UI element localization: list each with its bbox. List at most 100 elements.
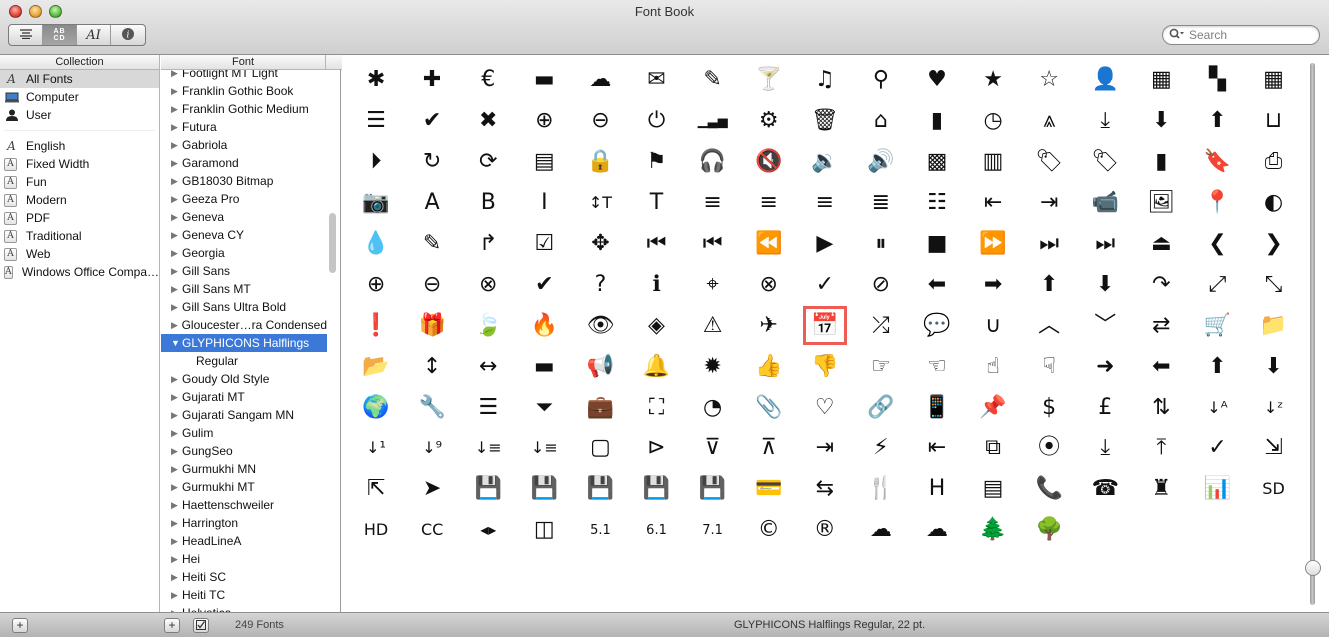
glyph-th-list-icon[interactable]: ☰	[348, 101, 404, 142]
glyph-sort-by-attributes-alt-icon[interactable]: ↓≡	[516, 428, 572, 469]
collection-column-header[interactable]: Collection	[0, 55, 160, 70]
disclosure-closed-icon[interactable]: ▶	[171, 212, 180, 223]
glyph-star-empty-icon[interactable]: ☆	[1021, 60, 1077, 101]
font-family-item[interactable]: ▶ Franklin Gothic Medium	[161, 100, 327, 118]
glyph-tree-conifer-icon[interactable]: 🌲	[965, 510, 1021, 551]
font-family-item[interactable]: ▶ Gurmukhi MT	[161, 478, 327, 496]
disclosure-closed-icon[interactable]: ▶	[171, 140, 180, 151]
glyph-sound-stereo-icon[interactable]: ◂▸	[460, 510, 516, 551]
glyph-user-icon[interactable]: 👤	[1077, 60, 1133, 101]
font-family-item[interactable]: ▶ Gill Sans	[161, 262, 327, 280]
disclosure-closed-icon[interactable]: ▶	[171, 86, 180, 97]
glyph-upload-icon[interactable]: ⬆	[1189, 101, 1245, 142]
glyph-paperclip-icon[interactable]: 📎	[741, 387, 797, 428]
font-family-item[interactable]: ▶ Gill Sans Ultra Bold	[161, 298, 327, 316]
font-family-item[interactable]: ▶ Gujarati MT	[161, 388, 327, 406]
glyph-ban-circle-icon[interactable]: ⊘	[853, 264, 909, 305]
glyph-pencil-icon[interactable]: ✎	[685, 60, 741, 101]
disclosure-closed-icon[interactable]: ▶	[171, 500, 180, 511]
glyph-cloud-icon[interactable]: ☁	[572, 60, 628, 101]
custom-view-button[interactable]: AI	[77, 25, 111, 45]
collection-item-english[interactable]: A English	[0, 137, 159, 155]
glyph-minus-icon[interactable]: ▬	[516, 60, 572, 101]
glyph-envelope-icon[interactable]: ✉	[628, 60, 684, 101]
font-family-item[interactable]: ▶ Geeza Pro	[161, 190, 327, 208]
glyph-sd-video-icon[interactable]: SD	[1246, 469, 1302, 510]
font-family-item[interactable]: ▶ Heiti TC	[161, 586, 327, 604]
glyph-usd-icon[interactable]: $	[1021, 387, 1077, 428]
disclosure-closed-icon[interactable]: ▶	[171, 464, 180, 475]
glyph-resize-vertical-icon[interactable]: ↕	[404, 346, 460, 387]
glyph-sort-by-order-icon[interactable]: ↓¹	[348, 428, 404, 469]
font-family-item[interactable]: ▶ Haettenschweiler	[161, 496, 327, 514]
glyph-asterisk-icon[interactable]: ✱	[348, 60, 404, 101]
glyph-tags-icon[interactable]: 🏷	[1077, 142, 1133, 183]
glyph-log-in-icon[interactable]: ⇥	[797, 428, 853, 469]
glyph-fullscreen-icon[interactable]: ⛶	[628, 387, 684, 428]
glyph-eye-close-icon[interactable]: ◈	[628, 305, 684, 346]
glyph-ok-icon[interactable]: ✔	[404, 101, 460, 142]
glyph-floppy-open-icon[interactable]: 💾	[685, 469, 741, 510]
collection-item-pdf[interactable]: A PDF	[0, 209, 159, 227]
font-family-item[interactable]: ▶ Gujarati Sangam MN	[161, 406, 327, 424]
font-family-item[interactable]: ▶ Footlight MT Light	[161, 70, 327, 82]
glyph-file-icon[interactable]: ▮	[909, 101, 965, 142]
font-family-item[interactable]: ▶ Gloucester…ra Condensed	[161, 316, 327, 334]
glyph-barcode-icon[interactable]: ▥	[965, 142, 1021, 183]
glyph-export-icon[interactable]: ⇱	[348, 469, 404, 510]
glyph-arrow-down-icon[interactable]: ⬇	[1077, 264, 1133, 305]
disclosure-open-icon[interactable]: ▼	[171, 338, 180, 348]
disclosure-closed-icon[interactable]: ▶	[171, 284, 180, 295]
glyph-camera-icon[interactable]: 📷	[348, 183, 404, 224]
disclosure-closed-icon[interactable]: ▶	[171, 158, 180, 169]
font-family-item[interactable]: ▶ Georgia	[161, 244, 327, 262]
glyph-thumbs-down-icon[interactable]: 👎	[797, 346, 853, 387]
glyph-compressed-icon[interactable]: ▤	[965, 469, 1021, 510]
glyph-exclamation-sign-icon[interactable]: ❗	[348, 305, 404, 346]
glyph-cog-icon[interactable]: ⚙	[741, 101, 797, 142]
font-family-item[interactable]: ▶ Garamond	[161, 154, 327, 172]
disclosure-closed-icon[interactable]: ▶	[171, 392, 180, 403]
font-family-item[interactable]: ▶Helvetica	[161, 604, 327, 612]
glyph-gbp-icon[interactable]: £	[1077, 387, 1133, 428]
glyph-th-large-icon[interactable]: ▚	[1189, 60, 1245, 101]
disclosure-closed-icon[interactable]: ▶	[171, 554, 180, 565]
glyph-search-icon[interactable]: ⚲	[853, 60, 909, 101]
glyph-bold-icon[interactable]: B	[460, 183, 516, 224]
glyph-star-icon[interactable]: ★	[965, 60, 1021, 101]
info-view-button[interactable]: i	[111, 25, 145, 45]
glyph-info-sign-icon[interactable]: ℹ	[628, 264, 684, 305]
font-family-item[interactable]: ▶ Harrington	[161, 514, 327, 532]
glyph-shopping-cart-icon[interactable]: 🛒	[1189, 305, 1245, 346]
glyph-calendar-icon[interactable]: 📅	[797, 305, 853, 346]
glyph-folder-open-icon[interactable]: 📂	[348, 346, 404, 387]
glyph-minus-sign-icon[interactable]: ⊖	[404, 264, 460, 305]
disclosure-closed-icon[interactable]: ▶	[171, 248, 180, 259]
glyph-tree-deciduous-icon[interactable]: 🌳	[1021, 510, 1077, 551]
disclosure-closed-icon[interactable]: ▶	[171, 374, 180, 385]
glyph-remove-sign-icon[interactable]: ⊗	[460, 264, 516, 305]
glyph-music-icon[interactable]: ♫	[797, 60, 853, 101]
glyph-text-height-icon[interactable]: ↕T	[572, 183, 628, 224]
glyph-off-icon[interactable]: ⏻	[628, 101, 684, 142]
glyph-briefcase-icon[interactable]: 💼	[572, 387, 628, 428]
glyph-flag-icon[interactable]: ⚑	[628, 142, 684, 183]
glyph-hand-left-icon[interactable]: ☜	[909, 346, 965, 387]
disclosure-closed-icon[interactable]: ▶	[171, 572, 180, 583]
glyph-glass-icon[interactable]: 🍸	[741, 60, 797, 101]
glyph-print-icon[interactable]: ⎙	[1246, 142, 1302, 183]
size-slider-track[interactable]	[1310, 63, 1315, 605]
glyph-log-out-icon[interactable]: ⇤	[909, 428, 965, 469]
glyph-floppy-saved-icon[interactable]: 💾	[516, 469, 572, 510]
glyph-chevron-up-icon[interactable]: ︿	[1021, 305, 1077, 346]
glyph-indent-left-icon[interactable]: ⇤	[965, 183, 1021, 224]
search-field[interactable]	[1162, 25, 1320, 45]
collection-item-fixed-width[interactable]: A Fixed Width	[0, 155, 159, 173]
glyph-inbox-icon[interactable]: ⊔	[1246, 101, 1302, 142]
glyph-road-icon[interactable]: ⩓	[1021, 101, 1077, 142]
glyph-zoom-in-icon[interactable]: ⊕	[516, 101, 572, 142]
glyph-indent-right-icon[interactable]: ⇥	[1021, 183, 1077, 224]
glyph-collapse-up-icon[interactable]: ⊼	[741, 428, 797, 469]
glyph-edit-icon[interactable]: ✎	[404, 224, 460, 265]
enable-font-button[interactable]	[193, 618, 209, 633]
